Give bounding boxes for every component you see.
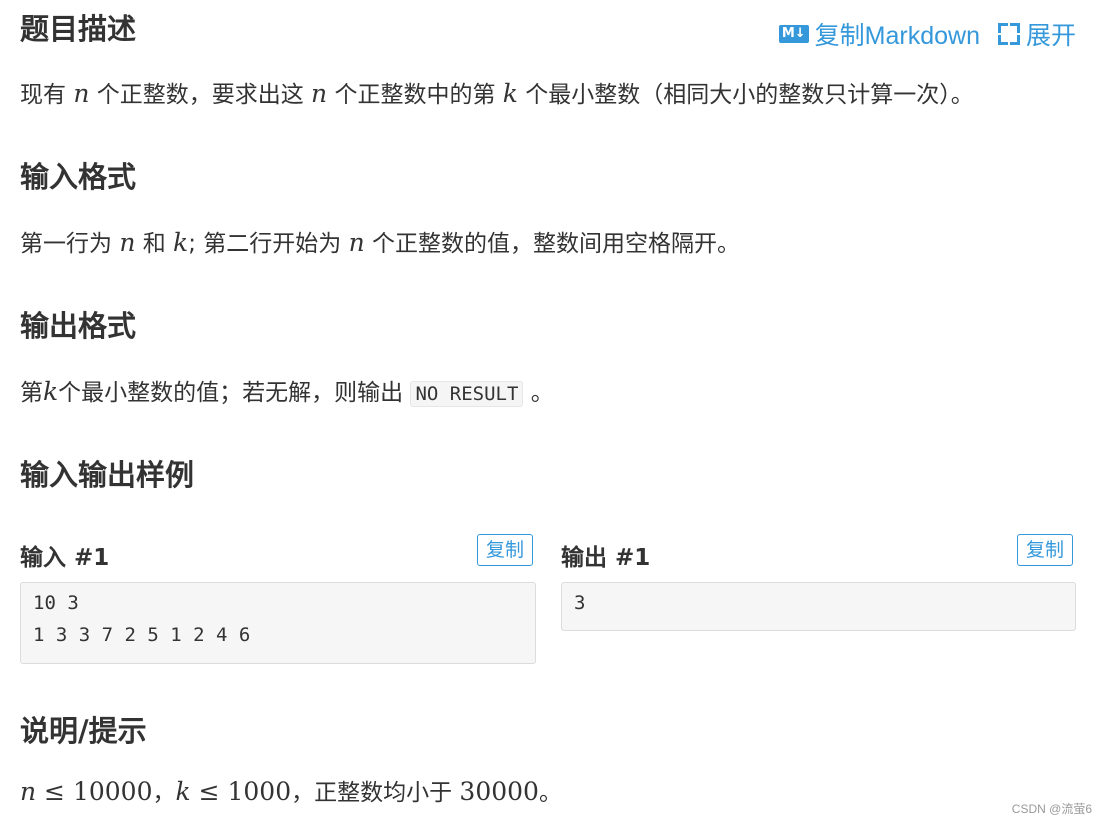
watermark: CSDN @流萤6 bbox=[1011, 802, 1092, 816]
section-title-samples: 输入输出样例 bbox=[20, 458, 195, 492]
sample-input-line: 10 3 bbox=[33, 592, 79, 614]
section-title-hint: 说明/提示 bbox=[20, 714, 147, 748]
expand-label: 展开 bbox=[1025, 22, 1076, 50]
copy-markdown-button[interactable]: M↓ 复制Markdown bbox=[778, 16, 980, 52]
sample-output-label: 输出 #1 bbox=[561, 545, 651, 571]
sample-output-line: 3 bbox=[574, 592, 586, 614]
sample-input-line: 1 3 3 7 2 5 1 2 4 6 bbox=[33, 624, 251, 646]
markdown-icon: M↓ bbox=[778, 25, 809, 43]
problem-toolbar: M↓ 复制Markdown 展开 bbox=[778, 16, 1076, 52]
output-format-paragraph: 第k个最小整数的值；若无解，则输出 NO RESULT 。 bbox=[20, 377, 554, 407]
section-title-output-format: 输出格式 bbox=[20, 309, 137, 343]
hint-paragraph: n ≤ 10000，k ≤ 1000，正整数均小于 30000。 bbox=[20, 777, 562, 806]
section-title-input-format: 输入格式 bbox=[20, 160, 137, 194]
sample-input-box[interactable]: 10 3 1 3 3 7 2 5 1 2 4 6 bbox=[20, 582, 536, 664]
copy-output-button[interactable]: 复制 bbox=[1017, 534, 1074, 566]
expand-icon bbox=[997, 23, 1020, 45]
input-format-paragraph: 第一行为 n 和 k; 第二行开始为 n 个正整数的值，整数间用空格隔开。 bbox=[20, 228, 740, 257]
no-result-code: NO RESULT bbox=[410, 381, 524, 407]
section-title-description: 题目描述 bbox=[20, 12, 137, 46]
copy-markdown-label: 复制Markdown bbox=[814, 22, 980, 50]
expand-button[interactable]: 展开 bbox=[997, 16, 1076, 52]
copy-input-button[interactable]: 复制 bbox=[477, 534, 534, 566]
sample-input-label: 输入 #1 bbox=[20, 545, 110, 571]
description-paragraph: 现有 n 个正整数，要求出这 n 个正整数中的第 k 个最小整数（相同大小的整数… bbox=[20, 79, 974, 108]
sample-output-box[interactable]: 3 bbox=[561, 582, 1076, 631]
